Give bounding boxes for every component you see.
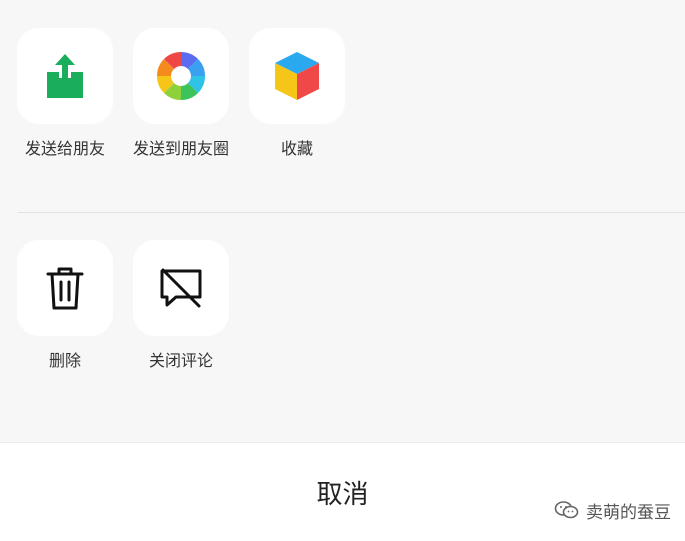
favorite-cube-icon bbox=[275, 52, 319, 100]
close-comments-tile[interactable] bbox=[133, 240, 229, 336]
delete-label: 删除 bbox=[48, 351, 81, 370]
share-actions-row: 发送给朋友 发送到朋友圈 收藏 bbox=[0, 28, 685, 198]
favorite-label: 收藏 bbox=[280, 139, 313, 158]
wechat-logo-icon bbox=[554, 501, 579, 519]
watermark: 卖萌的蚕豆 bbox=[554, 496, 671, 524]
send-to-moments-label: 发送到朋友圈 bbox=[132, 139, 229, 158]
send-to-friend-tile[interactable] bbox=[17, 28, 113, 124]
favorite-action[interactable]: 收藏 bbox=[239, 28, 355, 160]
share-upload-icon bbox=[47, 54, 83, 98]
close-comments-label: 关闭评论 bbox=[148, 351, 213, 370]
action-sheet: 发送给朋友 发送到朋友圈 收藏 删除 关闭评论 取消 卖萌的蚕豆 bbox=[0, 0, 685, 541]
send-to-friend-action[interactable]: 发送给朋友 bbox=[7, 28, 123, 160]
send-to-moments-tile[interactable] bbox=[133, 28, 229, 124]
manage-actions-row: 删除 关闭评论 bbox=[0, 240, 685, 390]
cancel-button[interactable]: 取消 bbox=[0, 443, 685, 541]
trash-icon bbox=[46, 267, 84, 310]
favorite-tile[interactable] bbox=[249, 28, 345, 124]
delete-tile[interactable] bbox=[17, 240, 113, 336]
send-to-moments-action[interactable]: 发送到朋友圈 bbox=[123, 28, 239, 160]
moments-shutter-icon bbox=[156, 51, 206, 101]
send-to-friend-label: 发送给朋友 bbox=[24, 139, 105, 158]
delete-action[interactable]: 删除 bbox=[7, 240, 123, 372]
close-comments-action[interactable]: 关闭评论 bbox=[123, 240, 239, 372]
section-divider bbox=[18, 212, 685, 213]
watermark-text: 卖萌的蚕豆 bbox=[586, 502, 671, 523]
cancel-bar: 取消 bbox=[0, 442, 685, 541]
comment-off-icon bbox=[160, 268, 202, 308]
